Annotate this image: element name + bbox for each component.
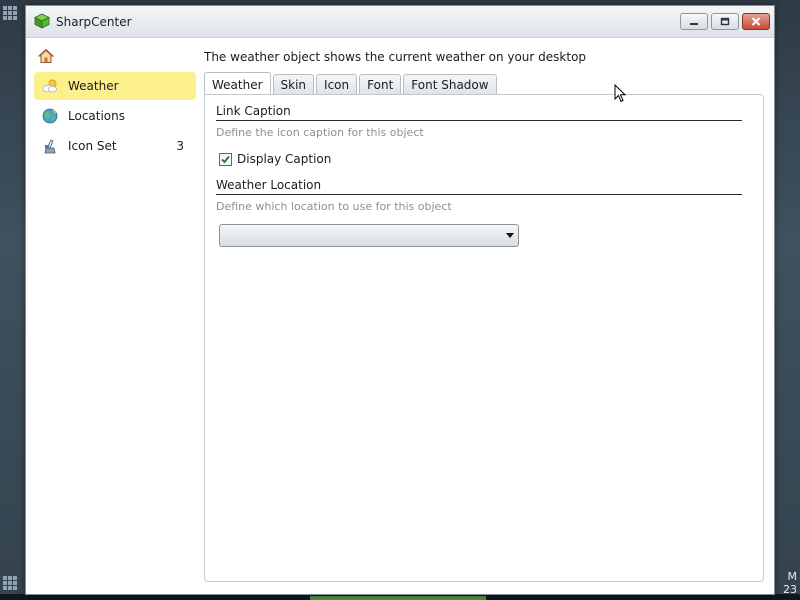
weather-icon <box>42 79 57 93</box>
link-caption-divider <box>216 120 742 121</box>
window-title: SharpCenter <box>56 15 132 29</box>
tab-font-shadow[interactable]: Font Shadow <box>403 74 497 95</box>
sharpcenter-window: SharpCenter Weather Locations Icon Set 3… <box>25 5 775 595</box>
title-bar[interactable]: SharpCenter <box>26 6 774 38</box>
app-cube-icon <box>34 13 50 29</box>
sidebar-item-label: Weather <box>68 79 119 93</box>
sidebar-item-icon-set[interactable]: Icon Set 3 <box>34 132 196 160</box>
dropdown-arrow-icon <box>506 233 514 238</box>
desktop-clock: M 23 <box>783 570 797 596</box>
tab-font[interactable]: Font <box>359 74 402 95</box>
icon-set-count: 3 <box>176 139 184 153</box>
close-button[interactable] <box>742 13 770 30</box>
clock-line-1: M <box>787 570 798 583</box>
display-caption-label[interactable]: Display Caption <box>237 152 331 166</box>
display-caption-row: Display Caption <box>219 152 331 166</box>
globe-icon <box>42 108 58 124</box>
sidebar-item-locations[interactable]: Locations <box>34 102 196 130</box>
tab-skin[interactable]: Skin <box>272 74 315 95</box>
maximize-button[interactable] <box>711 13 739 30</box>
object-description: The weather object shows the current wea… <box>204 50 587 64</box>
weather-tab-panel: Link Caption Define the icon caption for… <box>204 94 764 582</box>
tab-weather[interactable]: Weather <box>204 72 271 95</box>
link-caption-hint: Define the icon caption for this object <box>216 126 424 139</box>
taskbar-active-item[interactable] <box>310 596 486 600</box>
home-icon <box>38 48 54 63</box>
sidebar-item-label: Icon Set <box>68 139 117 153</box>
maximize-icon <box>720 17 730 26</box>
weather-location-hint: Define which location to use for this ob… <box>216 200 452 213</box>
sidebar-item-home[interactable] <box>34 42 196 70</box>
desktop-grid-icon-bottom[interactable] <box>3 576 17 590</box>
sidebar: Weather Locations Icon Set 3 <box>34 42 196 162</box>
minimize-icon <box>690 22 698 25</box>
checkmark-icon <box>221 155 230 163</box>
tab-bar: Weather Skin Icon Font Font Shadow <box>204 72 497 95</box>
display-caption-checkbox[interactable] <box>219 152 232 166</box>
mouse-cursor-icon <box>614 84 627 103</box>
tab-icon[interactable]: Icon <box>316 74 358 95</box>
desktop-grid-icon-top[interactable] <box>3 6 17 20</box>
sidebar-item-weather[interactable]: Weather <box>34 72 196 100</box>
close-icon <box>751 17 761 26</box>
icon-set-icon <box>44 139 56 154</box>
minimize-button[interactable] <box>680 13 708 30</box>
weather-location-title: Weather Location <box>216 178 322 192</box>
weather-location-divider <box>216 194 742 195</box>
weather-location-dropdown[interactable] <box>219 224 519 247</box>
link-caption-title: Link Caption <box>216 104 291 118</box>
sidebar-item-label: Locations <box>68 109 126 123</box>
